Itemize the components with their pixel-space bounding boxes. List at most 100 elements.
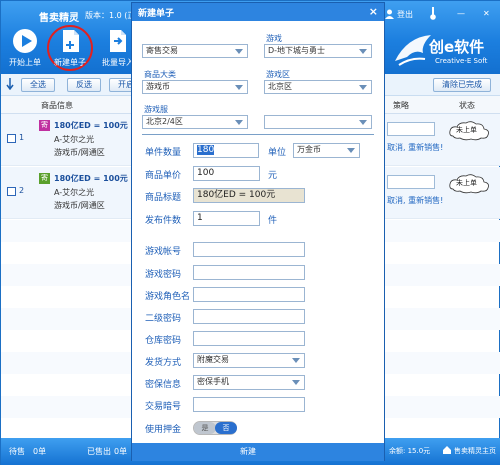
second-password-label: 二级密码: [145, 314, 182, 324]
server-label: 游戏服: [144, 105, 168, 114]
chevron-down-icon: [235, 120, 243, 125]
publish-count-input[interactable]: 1: [193, 211, 260, 226]
column-product: 商品信息: [41, 101, 73, 110]
play-icon: [13, 29, 37, 53]
user-icon[interactable]: [385, 9, 394, 19]
delivery-label: 发货方式: [145, 358, 182, 368]
row-checkbox[interactable]: [7, 134, 16, 143]
deposit-yes[interactable]: 是: [194, 422, 216, 434]
brand-logo: 创e软件 Creative-E Soft: [385, 27, 500, 74]
publish-count-unit: 件: [268, 216, 278, 226]
start-listing-button[interactable]: 开始上单: [5, 28, 45, 72]
column-strategy: 策略: [393, 101, 409, 110]
pending-label: 待售: [9, 447, 25, 456]
game-label: 游戏: [266, 34, 282, 43]
unit-value: 万金币: [297, 145, 321, 154]
dialog-titlebar: 新建单子 ×: [132, 3, 384, 21]
delivery-select[interactable]: 附魔交易: [193, 353, 305, 368]
delivery-value: 附魔交易: [197, 355, 229, 364]
server-extra-select[interactable]: [264, 115, 372, 129]
unit-select[interactable]: 万金币: [293, 143, 360, 158]
row-status: 未上单: [456, 126, 477, 134]
trade-code-input[interactable]: [193, 397, 305, 412]
category-label: 商品大类: [144, 70, 176, 79]
chevron-down-icon: [359, 85, 367, 90]
logo-text: 创e软件: [429, 38, 485, 56]
chevron-down-icon: [347, 148, 355, 153]
cancel-resell-link[interactable]: 取消, 重新销售!: [387, 142, 443, 153]
security-value: 密保手机: [197, 377, 229, 386]
quantity-label: 单件数量: [145, 148, 182, 158]
unit-label: 单位: [268, 148, 287, 158]
clear-complete-button[interactable]: 清除已完成: [433, 78, 491, 92]
game-value: D-地下城与勇士: [268, 46, 326, 55]
consign-badge: 寄: [39, 120, 50, 131]
pending-value: 0单: [33, 447, 47, 456]
chevron-down-icon: [235, 85, 243, 90]
dialog-title: 新建单子: [138, 9, 175, 19]
row-server: A-艾尔之光: [54, 188, 95, 197]
divider: [142, 134, 374, 135]
app-version: 版本：1.0 (正: [85, 11, 136, 20]
new-order-dialog: 新建单子 × 游戏 寄售交易 D-地下城与勇士 商品大类 游戏区 游戏币 北京区…: [131, 2, 385, 461]
row-price: 180亿ED = 100元: [54, 174, 128, 183]
game-select[interactable]: D-地下城与勇士: [264, 44, 372, 58]
chevron-down-icon: [235, 49, 243, 54]
row-checkbox[interactable]: [7, 187, 16, 196]
deposit-no[interactable]: 否: [215, 422, 237, 434]
chevron-down-icon: [359, 49, 367, 54]
publish-count-label: 发布件数: [145, 216, 182, 226]
dialog-close-button[interactable]: ×: [369, 5, 378, 18]
thermometer-icon[interactable]: [430, 7, 436, 20]
second-password-input[interactable]: [193, 309, 305, 324]
logout-link[interactable]: 登出: [397, 9, 413, 20]
region-select[interactable]: 北京区: [264, 80, 372, 94]
region-value: 北京区: [268, 82, 292, 91]
app-title: 售卖精灵: [39, 13, 79, 24]
row-server: A-艾尔之光: [54, 135, 95, 144]
chevron-down-icon: [292, 380, 300, 385]
window-top-right: 登出 — ✕: [385, 1, 500, 27]
warehouse-password-input[interactable]: [193, 331, 305, 346]
deposit-toggle[interactable]: 是 否: [193, 421, 237, 435]
sold-value: 0单: [114, 447, 128, 456]
security-label: 密保信息: [145, 380, 182, 390]
category-select[interactable]: 游戏币: [142, 80, 248, 94]
invert-selection-button[interactable]: 反选: [67, 78, 101, 92]
password-input[interactable]: [193, 265, 305, 280]
row-status: 未上单: [456, 179, 477, 187]
chevron-down-icon: [292, 358, 300, 363]
category-value: 游戏币: [146, 82, 170, 91]
select-all-button[interactable]: 全选: [21, 78, 55, 92]
product-title-label: 商品标题: [145, 193, 182, 203]
role-name-input[interactable]: [193, 287, 305, 302]
price-label: 商品单价: [145, 171, 182, 181]
strategy-select[interactable]: [387, 175, 435, 189]
security-select[interactable]: 密保手机: [193, 375, 305, 390]
server-value: 北京2/4区: [146, 117, 183, 126]
new-order-button[interactable]: 新建单子: [50, 28, 90, 72]
home-link[interactable]: 售卖精灵主页: [454, 446, 496, 456]
batch-import-icon: [110, 30, 126, 52]
minimize-button[interactable]: —: [457, 9, 465, 18]
row-number: 2: [19, 186, 25, 195]
server-select[interactable]: 北京2/4区: [142, 115, 248, 129]
row-number: 1: [19, 133, 25, 142]
cancel-resell-link[interactable]: 取消, 重新销售!: [387, 195, 443, 206]
product-title-input[interactable]: 180亿ED = 100元: [193, 188, 305, 203]
trade-type-select[interactable]: 寄售交易: [142, 44, 248, 58]
create-button[interactable]: 新建: [240, 446, 256, 457]
price-unit: 元: [268, 171, 278, 181]
row-service: 游戏币/网通区: [54, 201, 105, 210]
price-input[interactable]: 100: [193, 166, 260, 181]
account-label: 游戏帐号: [145, 247, 182, 257]
deposit-label: 使用押金: [145, 425, 182, 435]
row-service: 游戏币/网通区: [54, 148, 105, 157]
quantity-input[interactable]: 180: [193, 143, 259, 158]
balance-text: 余额: 15.0元: [389, 447, 431, 455]
account-input[interactable]: [193, 242, 305, 257]
close-button[interactable]: ✕: [483, 9, 490, 18]
strategy-select[interactable]: [387, 122, 435, 136]
column-status: 状态: [459, 101, 475, 110]
password-label: 游戏密码: [145, 270, 182, 280]
